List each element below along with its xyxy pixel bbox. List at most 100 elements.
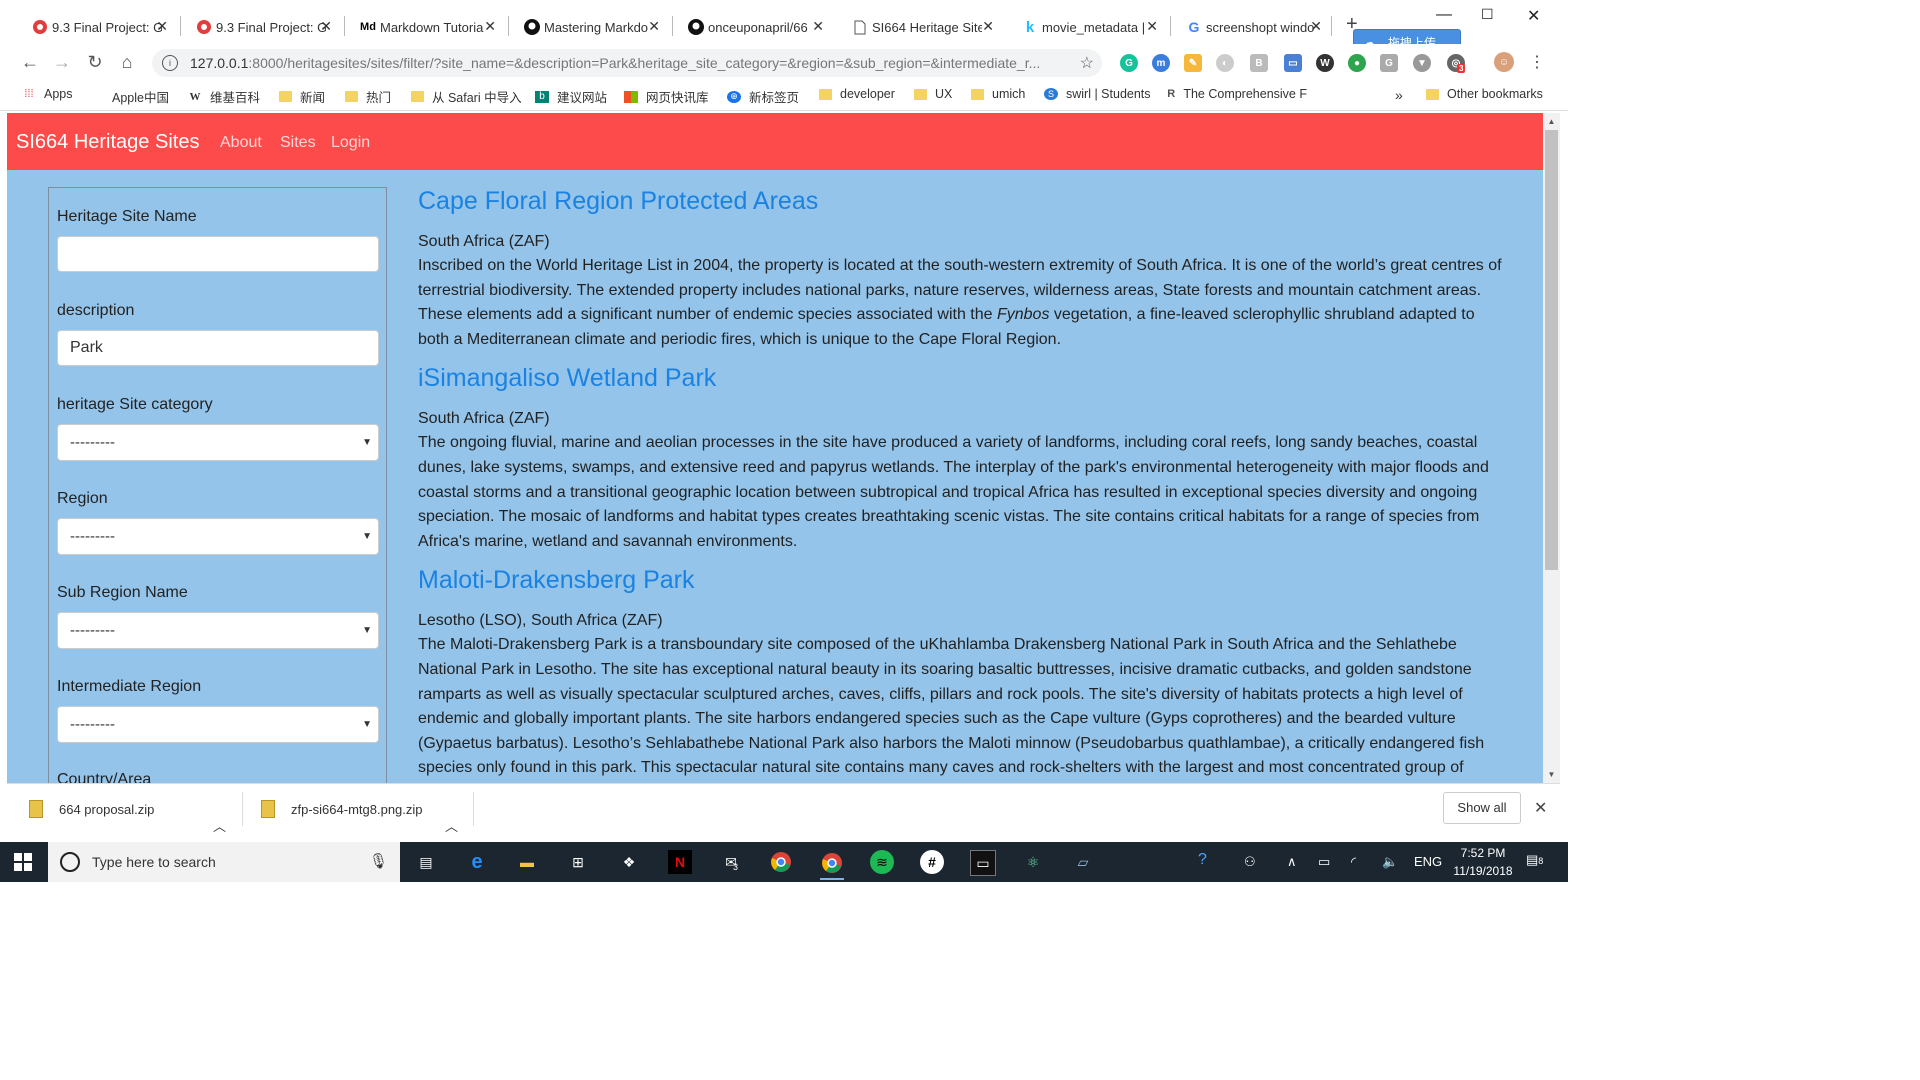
bookmark-folder-ux[interactable]: UX (914, 87, 952, 101)
terminal-icon[interactable]: ▭ (970, 850, 996, 876)
bookmark-folder-developer[interactable]: developer (819, 87, 895, 101)
extension-icon[interactable]: ◐ (1216, 54, 1234, 72)
info-icon[interactable]: i (162, 55, 178, 71)
people-icon[interactable]: ⚇ (1244, 854, 1256, 870)
close-icon[interactable]: ✕ (1310, 18, 1322, 35)
maximize-button[interactable]: ☐ (1481, 6, 1494, 23)
forward-button[interactable]: → (51, 52, 73, 73)
reload-button[interactable]: ↻ (84, 52, 106, 73)
bookmark-wikipedia[interactable]: W 维基百科 (188, 87, 261, 106)
notes-icon[interactable]: ▱ (1071, 850, 1095, 874)
chrome-active-icon[interactable] (820, 848, 844, 880)
volume-icon[interactable]: 🔈 (1382, 854, 1398, 870)
minimize-button[interactable]: — (1436, 6, 1452, 24)
tab-canvas-2[interactable]: 9.3 Final Project: G ✕ (176, 10, 340, 44)
download-item[interactable]: zfp-si664-mtg8.png.zip (261, 784, 423, 834)
scrollbar-thumb[interactable] (1545, 130, 1558, 570)
bookmark-apps[interactable]: ⁞⁞⁞ Apps (22, 87, 72, 101)
site-title-link[interactable]: Cape Floral Region Protected Areas (418, 185, 1508, 217)
extension-icon[interactable]: m (1152, 54, 1170, 72)
bookmark-folder-news[interactable]: 新闻 (279, 87, 325, 106)
sub-region-select[interactable]: --------- ▼ (57, 612, 379, 649)
site-title-link[interactable]: Maloti-Drakensberg Park (418, 564, 1508, 596)
battery-icon[interactable]: ▭ (1318, 854, 1330, 870)
extension-icon[interactable]: G (1380, 54, 1398, 72)
wifi-icon[interactable]: ◜ (1351, 854, 1356, 870)
extension-icon[interactable]: ▼ (1413, 54, 1431, 72)
file-explorer-icon[interactable]: ▬ (515, 850, 539, 874)
browser-menu-icon[interactable]: ⋮ (1526, 52, 1548, 72)
close-icon[interactable]: ✕ (982, 18, 994, 35)
slack-icon[interactable]: # (920, 850, 944, 874)
tab-screenshot-search[interactable]: G screenshopt windo ✕ (1166, 10, 1330, 44)
windows-start-icon[interactable] (14, 853, 32, 871)
intermediate-region-select[interactable]: --------- ▼ (57, 706, 379, 743)
bookmark-newtab[interactable]: ⊕ 新标签页 (727, 87, 799, 106)
tab-movie-metadata[interactable]: k movie_metadata | ✕ (1002, 10, 1166, 44)
dropbox-icon[interactable]: ❖ (617, 850, 641, 874)
clock[interactable]: 7:52 PM 11/19/2018 (1448, 844, 1518, 880)
bookmarks-overflow-button[interactable]: » (1395, 87, 1403, 103)
bookmark-apple[interactable]: Apple中国 (90, 87, 169, 106)
notifications-icon[interactable]: ▤8 (1526, 852, 1543, 868)
close-icon[interactable]: ✕ (484, 18, 496, 35)
extension-icon[interactable]: ● (1348, 54, 1366, 72)
tab-canvas-1[interactable]: 9.3 Final Project: G ✕ (12, 10, 176, 44)
tab-mastering-markdown[interactable]: Mastering Markdo ✕ (504, 10, 668, 44)
close-icon[interactable]: ✕ (320, 18, 332, 35)
store-icon[interactable]: ⊞ (566, 850, 590, 874)
page-scrollbar[interactable]: ▲ ▼ (1543, 113, 1560, 783)
extension-icon[interactable]: ◎ 3 (1447, 54, 1466, 73)
bookmark-folder-umich[interactable]: umich (971, 87, 1025, 101)
mail-icon[interactable]: ✉ 3 (719, 850, 743, 874)
nav-sites[interactable]: Sites (280, 134, 316, 152)
url-text[interactable]: 127.0.0.1:8000/heritagesites/sites/filte… (190, 55, 1050, 71)
region-select[interactable]: --------- ▼ (57, 518, 379, 555)
tab-onceuponapril[interactable]: onceuponapril/66 ✕ (668, 10, 832, 44)
grammarly-icon[interactable]: G (1120, 54, 1138, 72)
bookmark-r-comprehensive[interactable]: R The Comprehensive F (1167, 87, 1307, 101)
back-button[interactable]: ← (19, 52, 41, 73)
netflix-icon[interactable]: N (668, 850, 692, 874)
close-icon[interactable]: ✕ (156, 18, 168, 35)
nav-login[interactable]: Login (331, 134, 370, 152)
chrome-icon[interactable] (769, 850, 793, 874)
site-title-link[interactable]: iSimangaliso Wetland Park (418, 362, 1508, 394)
microphone-icon[interactable]: 🎙 (369, 852, 388, 870)
atom-icon[interactable]: ⚛ (1021, 850, 1045, 874)
other-bookmarks[interactable]: Other bookmarks (1426, 87, 1543, 101)
scroll-up-icon[interactable]: ▲ (1543, 117, 1560, 126)
extension-icon[interactable]: B (1250, 54, 1268, 72)
pencil-extension-icon[interactable]: ✎ (1184, 54, 1202, 72)
category-select[interactable]: --------- ▼ (57, 424, 379, 461)
extension-icon[interactable]: ▭ (1284, 54, 1302, 72)
avatar[interactable]: ☺ (1494, 52, 1514, 72)
close-icon[interactable]: ✕ (648, 18, 660, 35)
bookmark-folder-safari[interactable]: 从 Safari 中导入 (411, 87, 522, 106)
wordpress-icon[interactable]: W (1316, 54, 1334, 72)
nav-about[interactable]: About (220, 134, 262, 152)
close-icon[interactable]: ✕ (1534, 798, 1547, 818)
show-all-button[interactable]: Show all (1443, 792, 1521, 824)
site-brand[interactable]: SI664 Heritage Sites (16, 131, 199, 154)
bookmark-webslice[interactable]: 网页快讯库 (624, 87, 709, 106)
close-window-button[interactable]: ✕ (1527, 6, 1540, 26)
home-button[interactable]: ⌂ (116, 52, 138, 73)
bookmark-folder-hot[interactable]: 热门 (345, 87, 391, 106)
bookmark-star-icon[interactable]: ☆ (1080, 53, 1094, 73)
description-input[interactable]: Park (57, 330, 379, 366)
help-icon[interactable]: ? (1198, 851, 1207, 869)
edge-icon[interactable]: e (465, 850, 489, 874)
close-icon[interactable]: ✕ (1146, 18, 1158, 35)
tab-markdown-tutorial[interactable]: Md Markdown Tutoria ✕ (340, 10, 504, 44)
bookmark-suggested[interactable]: b 建议网站 (535, 87, 607, 106)
spotify-icon[interactable]: ≋ (870, 850, 894, 874)
taskbar-search-input[interactable]: Type here to search 🎙 (48, 842, 400, 882)
download-item[interactable]: 664 proposal.zip (29, 784, 154, 834)
chevron-up-icon[interactable]: ∧ (1287, 854, 1297, 870)
scroll-down-icon[interactable]: ▼ (1543, 770, 1560, 779)
site-name-input[interactable] (57, 236, 379, 272)
address-bar[interactable]: i 127.0.0.1:8000/heritagesites/sites/fil… (152, 49, 1102, 77)
language-indicator[interactable]: ENG (1414, 854, 1442, 869)
close-icon[interactable]: ✕ (812, 18, 824, 35)
